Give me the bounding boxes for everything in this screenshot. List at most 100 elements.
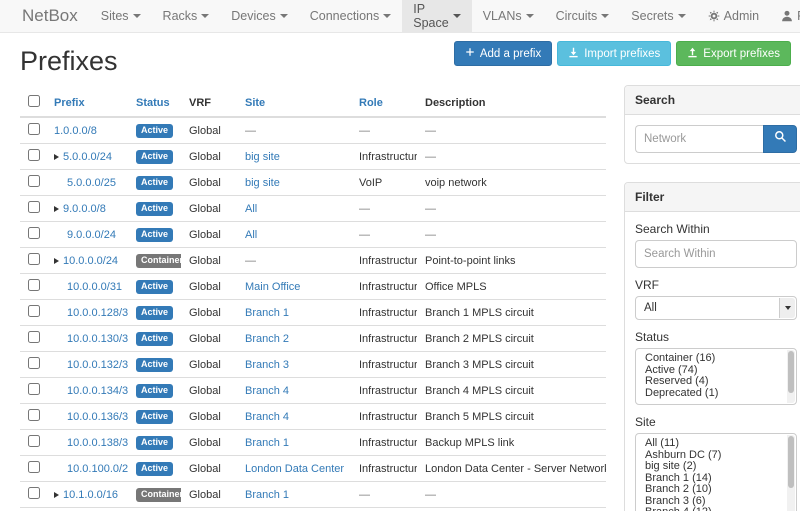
nav-item-vlans[interactable]: VLANs [472, 0, 545, 32]
site-link[interactable]: Branch 1 [245, 307, 289, 319]
expand-arrow-icon [54, 154, 59, 160]
row-checkbox[interactable] [28, 487, 40, 499]
listbox-option[interactable]: Branch 2 (10) [643, 484, 782, 496]
vrf-select[interactable]: All [635, 296, 797, 320]
row-checkbox[interactable] [28, 123, 40, 135]
site-listbox[interactable]: All (11)Ashburn DC (7)big site (2)Branch… [635, 433, 797, 511]
site-link[interactable]: Branch 2 [245, 333, 289, 345]
listbox-option[interactable]: All (11) [643, 438, 782, 450]
nav-item-admin[interactable]: Admin [697, 0, 770, 32]
prefix-link[interactable]: 10.0.0.138/31 [67, 437, 128, 449]
search-within-input[interactable] [635, 240, 797, 268]
scrollbar-track[interactable] [787, 435, 795, 511]
row-checkbox[interactable] [28, 435, 40, 447]
row-checkbox[interactable] [28, 409, 40, 421]
listbox-option[interactable]: Ashburn DC (7) [643, 450, 782, 462]
site-link[interactable]: Branch 3 [245, 359, 289, 371]
listbox-option[interactable]: Container (16) [643, 353, 782, 365]
sort-link-status[interactable]: Status [136, 97, 170, 109]
listbox-option[interactable]: Branch 4 (12) [643, 507, 782, 511]
nav-item-racks[interactable]: Racks [152, 0, 221, 32]
prefix-link[interactable]: 10.0.0.130/31 [67, 333, 128, 345]
row-checkbox[interactable] [28, 331, 40, 343]
site-link[interactable]: big site [245, 151, 280, 163]
site-link[interactable]: Branch 1 [245, 437, 289, 449]
expand-arrow-icon [54, 258, 59, 264]
site-link[interactable]: Main Office [245, 281, 300, 293]
nav-item-secrets[interactable]: Secrets [620, 0, 696, 32]
sort-link-role[interactable]: Role [359, 97, 383, 109]
search-button[interactable] [763, 125, 797, 153]
status-listbox[interactable]: Container (16)Active (74)Reserved (4)Dep… [635, 348, 797, 405]
listbox-option[interactable]: big site (2) [643, 461, 782, 473]
prefix-link[interactable]: 1.0.0.0/8 [54, 125, 97, 137]
scrollbar-track[interactable] [787, 350, 795, 403]
sort-link-prefix[interactable]: Prefix [54, 97, 85, 109]
site-link[interactable]: Branch 4 [245, 385, 289, 397]
prefix-link[interactable]: 10.0.0.132/31 [67, 359, 128, 371]
role-cell: VoIP [351, 170, 417, 196]
site-cell: Branch 1 [237, 508, 351, 511]
prefix-link[interactable]: 10.0.0.0/24 [63, 255, 118, 267]
column-header-site: Site [237, 89, 351, 117]
row-checkbox[interactable] [28, 175, 40, 187]
site-link[interactable]: Branch 1 [245, 489, 289, 501]
prefix-link[interactable]: 10.0.0.0/31 [67, 281, 122, 293]
prefix-link[interactable]: 5.0.0.0/25 [67, 177, 116, 189]
search-input[interactable] [635, 125, 763, 153]
site-link[interactable]: Branch 4 [245, 411, 289, 423]
row-checkbox[interactable] [28, 357, 40, 369]
export-prefixes-button[interactable]: Export prefixes [676, 41, 791, 66]
nav-item-circuits[interactable]: Circuits [545, 0, 621, 32]
listbox-option[interactable]: Reserved (4) [643, 376, 782, 388]
prefix-link[interactable]: 9.0.0.0/24 [67, 229, 116, 241]
row-checkbox[interactable] [28, 305, 40, 317]
status-badge: Active [136, 228, 173, 242]
vrf-cell: Global [181, 456, 237, 482]
site-cell: Branch 1 [237, 300, 351, 326]
listbox-option[interactable]: Active (74) [643, 365, 782, 377]
prefix-link[interactable]: 5.0.0.0/24 [63, 151, 112, 163]
prefix-link[interactable]: 9.0.0.0/8 [63, 203, 106, 215]
vrf-cell: Global [181, 430, 237, 456]
row-checkbox[interactable] [28, 383, 40, 395]
row-checkbox[interactable] [28, 149, 40, 161]
add-prefix-button[interactable]: Add a prefix [454, 41, 552, 66]
row-checkbox[interactable] [28, 227, 40, 239]
site-link[interactable]: London Data Center [245, 463, 344, 475]
scrollbar-thumb[interactable] [788, 351, 794, 393]
prefix-link[interactable]: 10.0.0.128/31 [67, 307, 128, 319]
listbox-option[interactable]: Deprecated (1) [643, 388, 782, 400]
row-checkbox[interactable] [28, 461, 40, 473]
site-link[interactable]: big site [245, 177, 280, 189]
row-checkbox[interactable] [28, 201, 40, 213]
listbox-option[interactable]: Branch 3 (6) [643, 496, 782, 508]
column-header-role: Role [351, 89, 417, 117]
scrollbar-thumb[interactable] [788, 436, 794, 488]
nav-item-connections[interactable]: Connections [299, 0, 403, 32]
prefix-link[interactable]: 10.0.0.134/31 [67, 385, 128, 397]
listbox-option[interactable]: Branch 1 (14) [643, 473, 782, 485]
prefix-link[interactable]: 10.1.0.0/16 [63, 489, 118, 501]
nav-item-ip-space[interactable]: IP Space [402, 0, 471, 32]
select-all-checkbox[interactable] [28, 95, 40, 107]
description-cell: London Data Center - Server Network [417, 456, 606, 482]
brand-logo[interactable]: NetBox [10, 0, 90, 32]
sort-link-site[interactable]: Site [245, 97, 265, 109]
status-badge: Container [136, 488, 181, 502]
site-link[interactable]: All [245, 229, 257, 241]
site-link[interactable]: All [245, 203, 257, 215]
import-prefixes-button[interactable]: Import prefixes [557, 41, 671, 66]
vrf-cell: Global [181, 117, 237, 144]
prefix-link[interactable]: 10.0.0.136/31 [67, 411, 128, 423]
vrf-cell: Global [181, 326, 237, 352]
row-checkbox[interactable] [28, 253, 40, 265]
nav-item-devices[interactable]: Devices [220, 0, 298, 32]
nav-item-profile[interactable]: Profile [770, 0, 800, 32]
prefix-link[interactable]: 10.0.100.0/24 [67, 463, 128, 475]
status-cell: Active [128, 300, 181, 326]
nav-item-sites[interactable]: Sites [90, 0, 152, 32]
status-cell: Active [128, 144, 181, 170]
row-checkbox[interactable] [28, 279, 40, 291]
empty-value: — [245, 255, 256, 267]
